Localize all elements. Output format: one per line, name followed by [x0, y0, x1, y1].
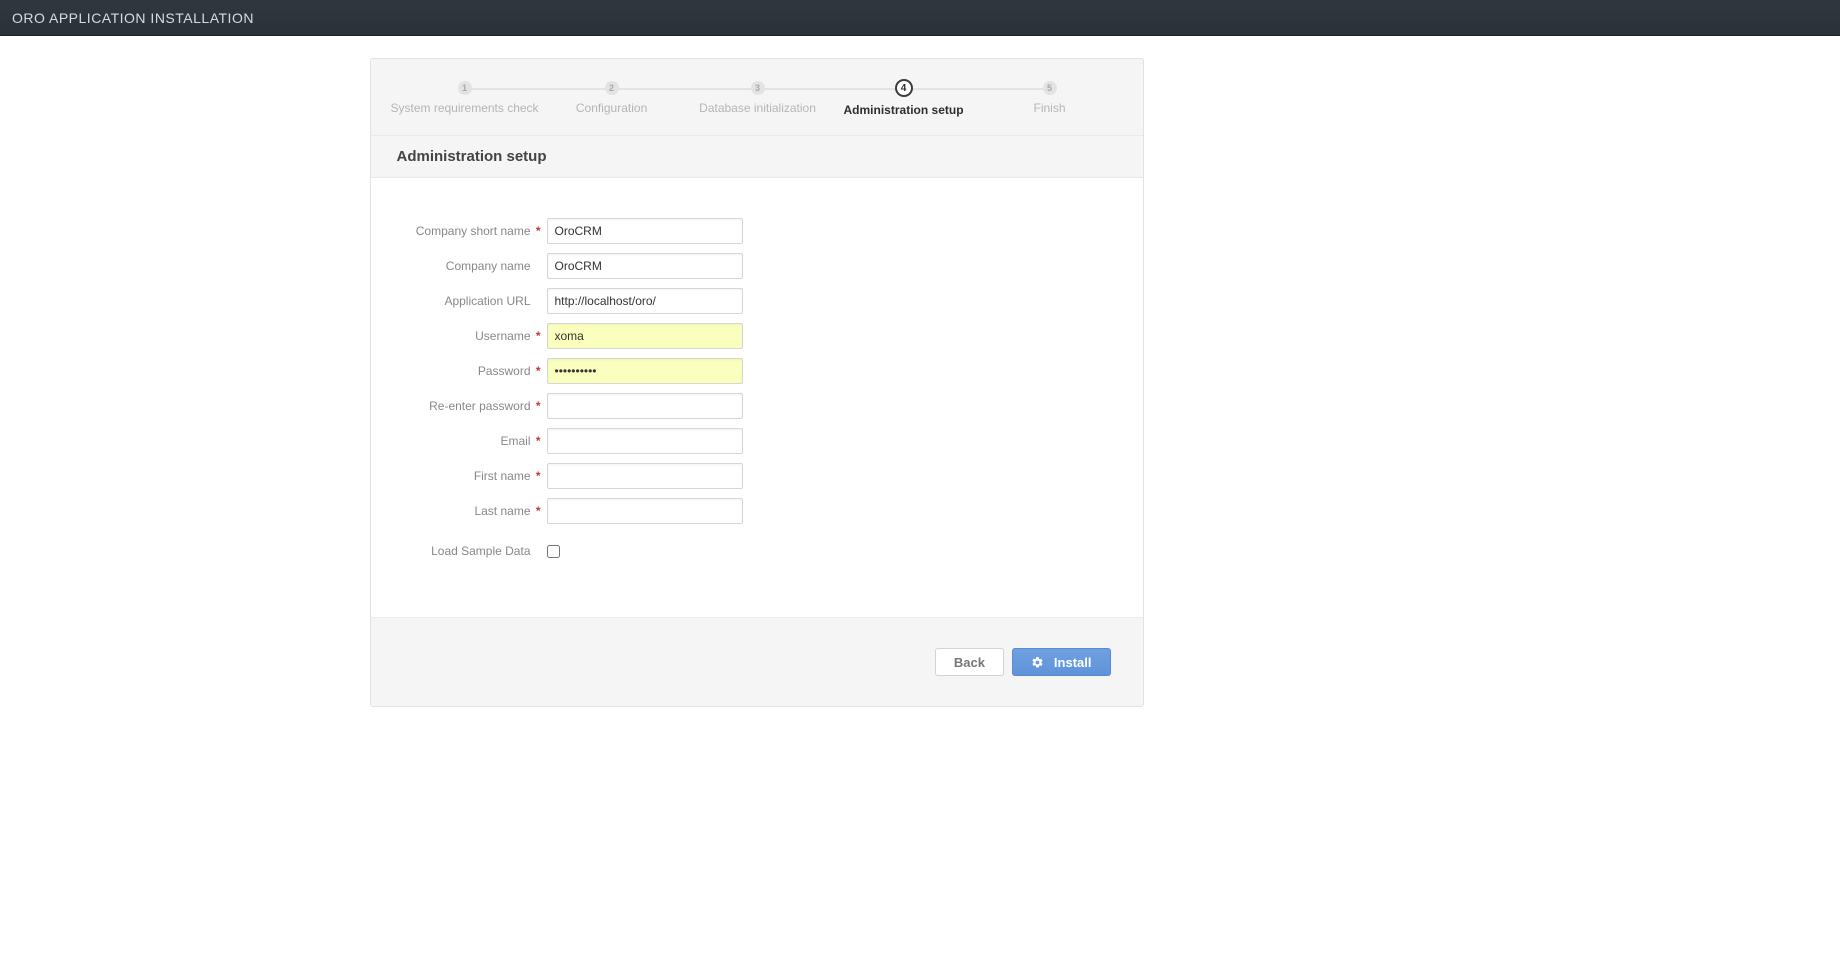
- app-title: ORO APPLICATION INSTALLATION: [12, 10, 254, 26]
- label-load-sample: Load Sample Data: [431, 544, 530, 558]
- label-password: Password: [478, 364, 531, 378]
- password-field[interactable]: [547, 358, 743, 384]
- back-button-label: Back: [954, 655, 985, 670]
- company-short-name-field[interactable]: [547, 218, 743, 244]
- row-company-name: Company name *: [397, 253, 1117, 279]
- step-number: 1: [458, 81, 472, 95]
- row-last-name: Last name *: [397, 498, 1117, 524]
- required-marker: *: [535, 504, 541, 518]
- row-load-sample: Load Sample Data *: [397, 544, 1117, 558]
- row-username: Username *: [397, 323, 1117, 349]
- row-company-short-name: Company short name *: [397, 218, 1117, 244]
- step-configuration: 2 Configuration: [539, 81, 685, 115]
- install-card: 1 System requirements check 2 Configurat…: [370, 58, 1144, 707]
- company-name-field[interactable]: [547, 253, 743, 279]
- top-bar: ORO APPLICATION INSTALLATION: [0, 0, 1840, 36]
- step-number: 2: [605, 81, 619, 95]
- load-sample-checkbox[interactable]: [547, 545, 560, 558]
- step-label: Administration setup: [844, 103, 964, 117]
- re-password-field[interactable]: [547, 393, 743, 419]
- label-username: Username: [475, 329, 530, 343]
- step-number: 3: [751, 81, 765, 95]
- form-area: Company short name * Company name * Appl…: [371, 178, 1143, 617]
- install-button-label: Install: [1054, 655, 1092, 670]
- row-password: Password *: [397, 358, 1117, 384]
- row-first-name: First name *: [397, 463, 1117, 489]
- required-marker: *: [535, 469, 541, 483]
- application-url-field[interactable]: [547, 288, 743, 314]
- label-company-name: Company name: [446, 259, 531, 273]
- row-re-password: Re-enter password *: [397, 393, 1117, 419]
- label-application-url: Application URL: [444, 294, 530, 308]
- required-marker: *: [535, 364, 541, 378]
- required-marker: *: [535, 399, 541, 413]
- stepper: 1 System requirements check 2 Configurat…: [371, 59, 1143, 135]
- install-button[interactable]: Install: [1012, 648, 1111, 676]
- step-finish: 5 Finish: [977, 81, 1123, 115]
- step-label: Configuration: [576, 101, 647, 115]
- gear-icon: [1031, 656, 1044, 669]
- step-admin-setup: 4 Administration setup: [831, 81, 977, 117]
- step-label: Database initialization: [699, 101, 816, 115]
- step-database-init: 3 Database initialization: [685, 81, 831, 115]
- username-field[interactable]: [547, 323, 743, 349]
- step-label: Finish: [1034, 101, 1066, 115]
- step-number: 5: [1043, 81, 1057, 95]
- email-field[interactable]: [547, 428, 743, 454]
- row-email: Email *: [397, 428, 1117, 454]
- label-re-password: Re-enter password: [429, 399, 530, 413]
- label-first-name: First name: [474, 469, 531, 483]
- back-button[interactable]: Back: [935, 648, 1004, 676]
- required-marker: *: [535, 434, 541, 448]
- step-system-requirements: 1 System requirements check: [391, 81, 539, 115]
- page-title: Administration setup: [397, 148, 1117, 165]
- step-label: System requirements check: [391, 101, 539, 115]
- section-header: Administration setup: [371, 135, 1143, 178]
- footer-actions: Back Install: [371, 617, 1143, 706]
- label-email: Email: [500, 434, 530, 448]
- last-name-field[interactable]: [547, 498, 743, 524]
- label-last-name: Last name: [474, 504, 530, 518]
- required-marker: *: [535, 224, 541, 238]
- step-number: 4: [895, 79, 913, 97]
- row-application-url: Application URL *: [397, 288, 1117, 314]
- page-wrap: 1 System requirements check 2 Configurat…: [0, 36, 1513, 707]
- label-company-short-name: Company short name: [416, 224, 531, 238]
- first-name-field[interactable]: [547, 463, 743, 489]
- required-marker: *: [535, 329, 541, 343]
